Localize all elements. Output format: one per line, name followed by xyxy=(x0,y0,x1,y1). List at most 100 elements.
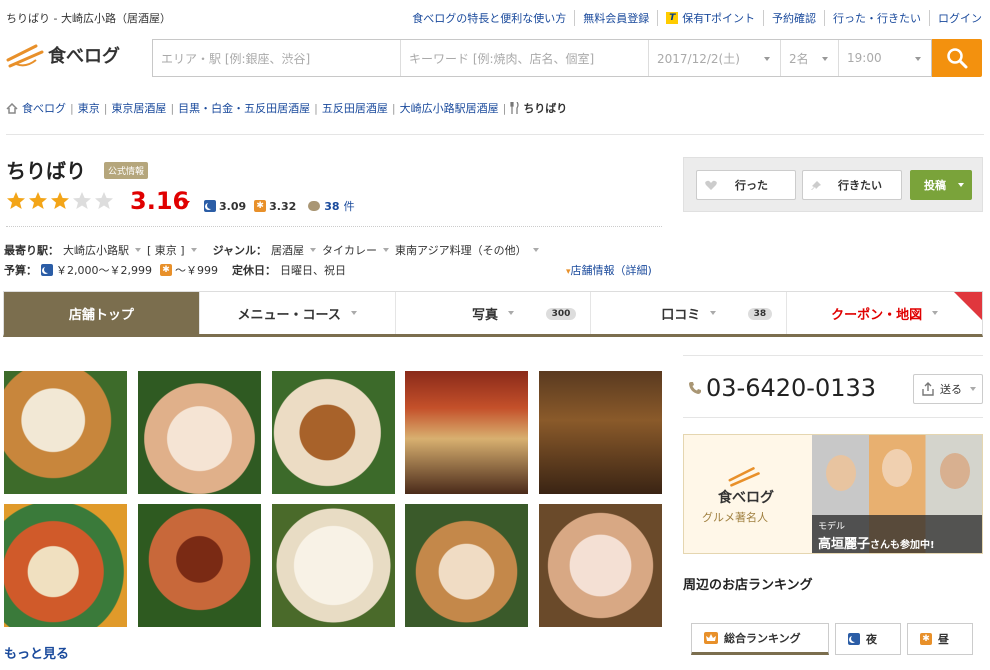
tab-photos[interactable]: 写真 300 xyxy=(395,292,592,334)
fork-knife-icon xyxy=(510,102,519,114)
genre-1[interactable]: タイカレー xyxy=(322,242,377,258)
day-ranking-label: 昼 xyxy=(938,633,949,646)
breadcrumb-gotanda-izakaya[interactable]: 五反田居酒屋 xyxy=(322,100,388,116)
photo-thumbnail[interactable] xyxy=(272,371,395,494)
banner-logo-text: 食べログ xyxy=(718,490,774,506)
logo-chopsticks-icon xyxy=(728,467,760,487)
review-count[interactable]: 38 xyxy=(324,200,339,213)
banner-model-label: モデル xyxy=(818,522,846,532)
breadcrumb-tokyo[interactable]: 東京 xyxy=(78,100,100,116)
top-link-guide[interactable]: 食べログの特長と便利な使い方 xyxy=(404,10,576,26)
genre-2[interactable]: 東南アジア料理（その他） xyxy=(395,242,527,258)
genre-0[interactable]: 居酒屋 xyxy=(271,242,304,258)
site-logo[interactable]: 食べログ xyxy=(6,42,120,68)
divider xyxy=(683,417,983,418)
tab-coupon-map[interactable]: クーポン・地図 xyxy=(787,292,982,334)
chevron-down-icon xyxy=(135,248,141,252)
phone-number[interactable]: 03-6420-0133 xyxy=(688,374,876,402)
search-button[interactable] xyxy=(932,39,982,77)
budget-night: ￥2,000～￥2,999 xyxy=(56,264,152,277)
moon-icon xyxy=(41,264,53,276)
sun-icon: ✱ xyxy=(159,264,172,276)
time-select[interactable]: 19:00 xyxy=(839,40,931,76)
station-area[interactable]: [ 東京 ] xyxy=(147,242,185,258)
top-link-went-want[interactable]: 行った・行きたい xyxy=(825,10,930,26)
photo-thumbnail[interactable] xyxy=(138,371,261,494)
tab-day-ranking[interactable]: ✱ 昼 xyxy=(907,623,973,655)
keyword-input[interactable]: キーワード [例:焼肉、店名、個室] xyxy=(401,40,649,76)
people-select[interactable]: 2名 xyxy=(781,40,839,76)
photo-thumbnail[interactable] xyxy=(272,504,395,627)
photo-thumbnail[interactable] xyxy=(539,371,662,494)
photo-thumbnail[interactable] xyxy=(539,504,662,627)
ranking-title: 周辺のお店ランキング xyxy=(683,578,813,593)
chevron-down-icon xyxy=(310,248,317,252)
logo-text: 食べログ xyxy=(48,46,120,67)
sun-icon: ✱ xyxy=(920,633,932,645)
tab-reviews-label: 口コミ xyxy=(661,307,701,323)
phone-icon xyxy=(689,382,701,394)
budget-label: 予算： xyxy=(4,264,37,277)
holiday-value: 日曜日、祝日 xyxy=(279,264,346,277)
photo-thumbnail[interactable] xyxy=(138,504,261,627)
more-photos-link[interactable]: もっと見る xyxy=(4,643,69,662)
went-button[interactable]: 行った xyxy=(696,170,796,200)
top-link-reservation[interactable]: 予約確認 xyxy=(764,10,825,26)
want-label: 行きたい xyxy=(838,179,882,192)
area-input[interactable]: エリア・駅 [例:銀座、渋谷] xyxy=(153,40,401,76)
share-icon xyxy=(922,382,934,396)
station-value[interactable]: 大崎広小路駅 xyxy=(63,242,129,258)
rating-score[interactable]: 3.16 xyxy=(130,187,189,215)
tab-top-label: 店舗トップ xyxy=(68,307,134,323)
breadcrumb-tokyo-izakaya[interactable]: 東京居酒屋 xyxy=(111,100,166,116)
star-empty-icon xyxy=(95,192,113,209)
logo-chopsticks-icon xyxy=(6,44,44,68)
genre-label: ジャンル： xyxy=(212,244,268,257)
avatar xyxy=(882,449,912,487)
divider xyxy=(683,355,983,356)
tab-reviews[interactable]: 口コミ 38 xyxy=(591,292,788,334)
top-link-login[interactable]: ログイン xyxy=(930,10,982,26)
tab-night-ranking[interactable]: 夜 xyxy=(835,623,901,655)
date-select[interactable]: 2017/12/2(土) xyxy=(649,40,781,76)
ranking-tabs: 総合ランキング 夜 ✱ 昼 xyxy=(691,623,979,655)
top-bar: ちりばり - 大崎広小路（居酒屋） 食べログの特長と便利な使い方 無料会員登録 … xyxy=(0,0,990,34)
star-full-icon xyxy=(7,192,25,209)
photo-thumbnail[interactable] xyxy=(405,371,528,494)
shop-info-label: 店舗情報（詳細) xyxy=(570,264,652,277)
sub-ratings: 3.09 ✱ 3.32 38 件 xyxy=(204,198,355,214)
official-badge[interactable]: 公式情報 xyxy=(104,162,149,179)
post-button[interactable]: 投稿 xyxy=(910,170,972,200)
breadcrumb-tabelog[interactable]: 食べログ xyxy=(22,100,66,116)
day-rating: 3.32 xyxy=(269,199,297,213)
photo-thumbnail[interactable] xyxy=(405,504,528,627)
went-label: 行った xyxy=(735,179,768,192)
pin-icon xyxy=(811,180,821,190)
avatar xyxy=(826,455,856,491)
celebrity-banner[interactable]: 食べログ グルメ著名人 モデル 高垣麗子さんも参加中! xyxy=(683,434,983,554)
chevron-down-icon xyxy=(970,387,976,391)
top-link-register[interactable]: 無料会員登録 xyxy=(575,10,659,26)
search-bar: エリア・駅 [例:銀座、渋谷] キーワード [例:焼肉、店名、個室] 2017/… xyxy=(152,39,932,77)
breadcrumb-osaki-izakaya[interactable]: 大崎広小路駅居酒屋 xyxy=(400,100,499,116)
top-link-tpoint[interactable]: T 保有Tポイント xyxy=(658,10,764,26)
star-empty-icon xyxy=(73,192,91,209)
breadcrumb-meguro-izakaya[interactable]: 目黒・白金・五反田居酒屋 xyxy=(178,100,310,116)
tab-menu[interactable]: メニュー・コース xyxy=(199,292,396,334)
info-budget-holiday: 予算： ￥2,000～￥2,999 ✱ ～￥999 定休日： 日曜日、祝日 xyxy=(4,262,346,278)
shop-info-link[interactable]: ▾店舗情報（詳細) xyxy=(566,262,652,278)
want-button[interactable]: 行きたい xyxy=(802,170,902,200)
moon-icon xyxy=(204,200,216,212)
holiday-label: 定休日： xyxy=(231,264,276,277)
share-button[interactable]: 送る xyxy=(913,374,983,404)
photo-thumbnail[interactable] xyxy=(4,371,127,494)
photo-thumbnail[interactable] xyxy=(4,504,127,627)
restaurant-name: ちりばり xyxy=(6,159,86,183)
celebrity-photos: モデル 高垣麗子さんも参加中! xyxy=(812,435,982,553)
rating-caret-icon[interactable] xyxy=(182,201,190,206)
comment-icon xyxy=(308,201,321,211)
tab-overall-ranking[interactable]: 総合ランキング xyxy=(691,623,829,655)
tab-top[interactable]: 店舗トップ xyxy=(4,292,200,334)
star-full-icon xyxy=(29,192,47,209)
budget-day: ～￥999 xyxy=(174,264,218,277)
